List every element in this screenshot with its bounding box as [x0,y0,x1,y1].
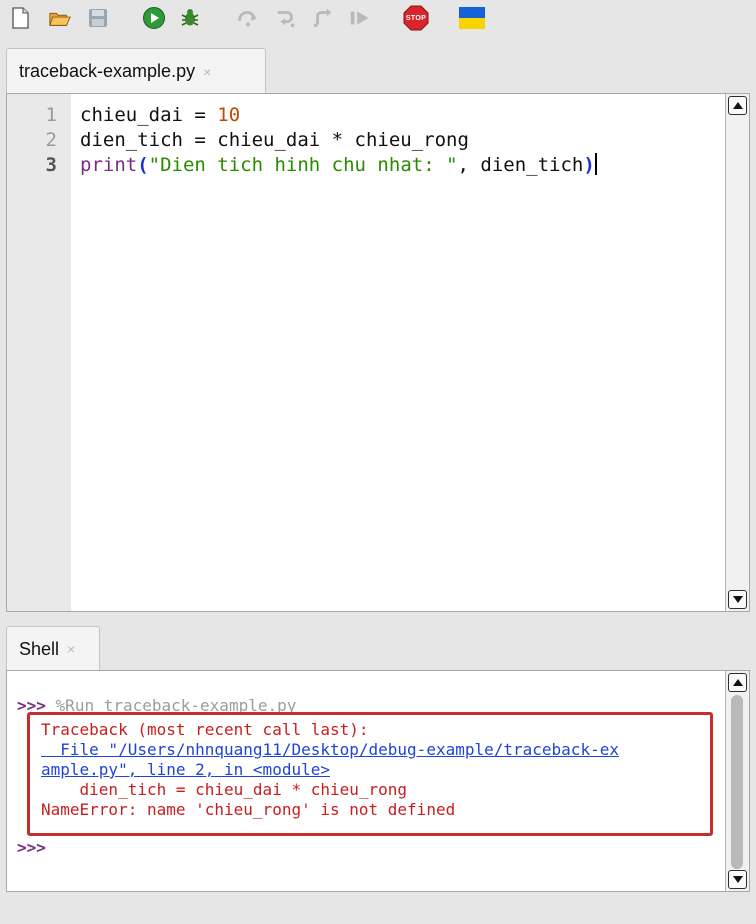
code-text: dien_tich = chieu_dai * chieu_rong [80,129,469,151]
code-text: , dien_tich [457,154,584,176]
editor-scrollbar[interactable] [725,94,749,611]
step-into-icon[interactable] [274,6,298,30]
builtin-keyword: print [80,154,138,176]
code-line[interactable]: chieu_dai = 10 [80,103,240,128]
tab-traceback-example[interactable]: traceback-example.py × [6,48,266,94]
tab-close-icon[interactable]: × [203,64,211,80]
shell-scrollbar[interactable] [725,671,749,891]
ukraine-flag-icon[interactable] [459,6,485,30]
scroll-up-button[interactable] [728,96,747,115]
resume-icon[interactable] [348,6,372,30]
code-editor[interactable]: 1 2 3 chieu_dai = 10 dien_tich = chieu_d… [6,93,750,612]
debug-icon[interactable] [178,6,202,30]
tab-close-icon[interactable]: × [67,641,75,657]
shell-tabbar: Shell × [0,626,756,671]
toolbar: STOP [0,0,756,38]
line-number-gutter: 1 2 3 [7,94,71,611]
save-icon[interactable] [86,6,110,30]
step-over-icon[interactable] [236,6,260,30]
shell-panel[interactable]: >>> %Run traceback-example.py Traceback … [6,670,750,892]
scroll-up-button[interactable] [728,673,747,692]
shell-input-line[interactable]: >>> [17,838,46,857]
scroll-thumb[interactable] [731,695,743,869]
code-text: chieu_dai = [80,104,218,126]
scroll-down-button[interactable] [728,870,747,889]
tab-shell[interactable]: Shell × [6,626,100,671]
traceback-file-link[interactable]: File "/Users/nhnquang11/Desktop/debug-ex… [41,740,619,759]
line-number: 1 [45,104,57,126]
text-caret [594,153,597,175]
stop-label: STOP [405,15,427,22]
tab-label: Shell [19,638,60,659]
number-literal: 10 [217,104,241,126]
scroll-down-button[interactable] [728,590,747,609]
paren-open: ( [137,154,149,176]
new-file-icon[interactable] [8,6,32,30]
code-line[interactable]: dien_tich = chieu_dai * chieu_rong [80,128,469,153]
editor-tabbar: traceback-example.py × [0,48,756,94]
string-literal: "Dien tich hinh chu nhat: " [148,154,458,176]
tab-label: traceback-example.py [19,61,196,81]
paren-close: ) [583,154,595,176]
run-icon[interactable] [142,6,166,30]
error-message: NameError: name 'chieu_rong' is not defi… [41,800,456,819]
line-number: 2 [45,129,57,151]
traceback-file-link[interactable]: ample.py", line 2, in <module> [41,760,330,779]
shell-prompt: >>> [17,838,46,857]
line-number: 3 [45,154,57,176]
step-out-icon[interactable] [312,6,336,30]
code-line[interactable]: print("Dien tich hinh chu nhat: ", dien_… [80,153,597,178]
traceback-header: Traceback (most recent call last): [41,720,369,739]
open-folder-icon[interactable] [48,6,72,30]
stop-icon[interactable]: STOP [402,5,430,31]
traceback-code-line: dien_tich = chieu_dai * chieu_rong [41,780,408,799]
